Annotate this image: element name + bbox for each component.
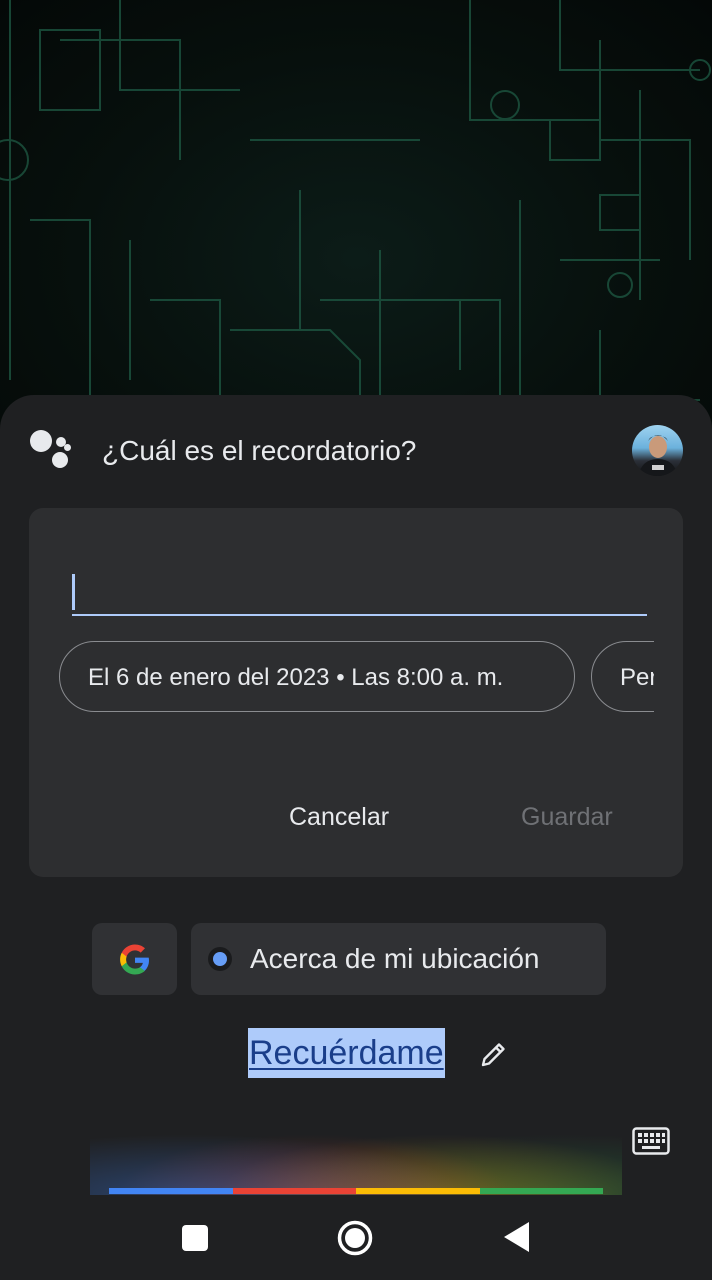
query-text[interactable]: Recuérdame — [248, 1028, 445, 1078]
reminder-text-input[interactable] — [72, 570, 647, 616]
reminder-chip-row[interactable]: El 6 de enero del 2023 • Las 8:00 a. m. … — [59, 641, 654, 714]
back-nav-button[interactable] — [503, 1221, 531, 1253]
avatar-image — [638, 435, 678, 476]
recents-nav-button[interactable] — [182, 1225, 208, 1251]
save-button[interactable]: Guardar — [521, 800, 613, 834]
assistant-color-bar — [109, 1188, 603, 1194]
edit-pencil-icon[interactable] — [480, 1040, 508, 1068]
cancel-button[interactable]: Cancelar — [289, 800, 389, 834]
assistant-prompt: ¿Cuál es el recordatorio? — [102, 435, 417, 466]
assistant-glow — [90, 1100, 622, 1195]
repeat-chip[interactable]: Per — [591, 641, 654, 712]
avatar[interactable] — [632, 425, 683, 476]
location-chip[interactable]: Acerca de mi ubicación — [191, 923, 606, 995]
location-chip-label: Acerca de mi ubicación — [250, 943, 540, 974]
text-caret — [72, 574, 75, 610]
keyboard-icon[interactable] — [632, 1127, 670, 1155]
screen: ¿Cuál es el recordatorio? El 6 de enero … — [0, 0, 712, 1280]
google-g-icon — [120, 944, 149, 975]
home-nav-button[interactable] — [337, 1220, 373, 1256]
location-dot-icon — [208, 947, 232, 971]
assistant-logo-icon — [30, 430, 74, 470]
circuit-wallpaper-art — [0, 0, 711, 430]
wallpaper — [0, 0, 712, 430]
date-time-chip[interactable]: El 6 de enero del 2023 • Las 8:00 a. m. — [59, 641, 575, 712]
google-search-chip[interactable] — [92, 923, 177, 995]
